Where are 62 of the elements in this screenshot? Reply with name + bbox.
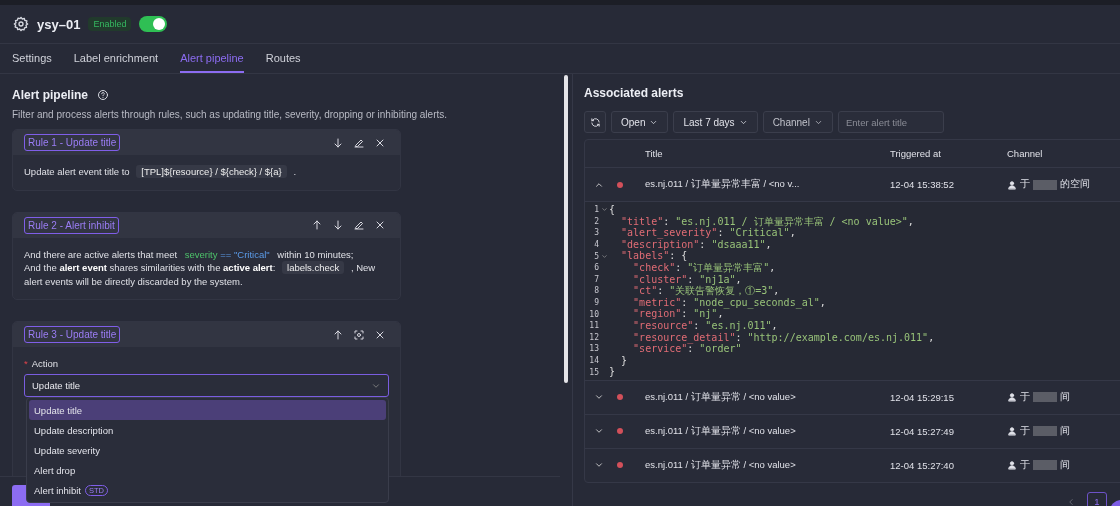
- section-title: Alert pipeline: [12, 88, 88, 102]
- triggered-time: 12-04 15:27:49: [890, 425, 955, 437]
- code-line: "check": "订单量异常丰富",: [632, 261, 776, 274]
- code-line: }: [620, 354, 628, 367]
- line-number: 12: [588, 332, 599, 342]
- rule-tag: Rule 1 - Update title: [24, 134, 121, 151]
- code-line: "labels": {: [620, 250, 688, 262]
- triggered-time: 12-04 15:29:15: [890, 391, 955, 403]
- line-number: 10: [588, 309, 599, 319]
- line-number: 9: [593, 298, 599, 308]
- line-number: 2: [593, 216, 599, 226]
- triggered-time: 12-04 15:27:40: [890, 459, 955, 471]
- code-line: "description": "dsaaa11",: [620, 238, 772, 251]
- alert-title: es.nj.011 / 订单量异常丰富 / <no v...: [645, 178, 801, 191]
- rule-tag: Rule 3 - Update title: [24, 326, 121, 343]
- status-badge: Enabled: [88, 17, 132, 31]
- line-number: 13: [588, 344, 599, 354]
- code-line: "resource": "es.nj.011",: [632, 319, 778, 332]
- line-number: 14: [588, 356, 599, 365]
- channel-name: 间: [1060, 424, 1070, 438]
- channel-name: 间: [1060, 390, 1070, 404]
- alert-title: es.nj.011 / 订单量异常 / <no value>: [645, 424, 797, 438]
- line-number: 4: [593, 240, 599, 250]
- rule-description: Update alert event title to [TPL]${resource} / ${check} / ${a} .: [24, 165, 298, 179]
- line-number: 7: [593, 274, 599, 284]
- code-line: {: [609, 204, 616, 216]
- required-mark: *: [24, 358, 28, 369]
- field-label: Action: [31, 358, 59, 369]
- column-header: Triggered at: [890, 148, 942, 159]
- line-number: 15: [588, 367, 599, 377]
- column-header: Title: [645, 148, 664, 159]
- rule-description: And the alert event shares similarities with the active alert: labels.check , New alert events will be directly discarded by the system.: [24, 261, 377, 288]
- page-title: ysy–01: [37, 16, 81, 32]
- line-number: 6: [593, 263, 599, 273]
- code-line: "metric": "node_cpu_seconds_al",: [632, 296, 826, 309]
- channel-name: 间: [1060, 458, 1070, 472]
- code-line: "cluster": "nj1a",: [632, 273, 742, 285]
- rule-tag: Rule 2 - Alert inhibit: [24, 216, 119, 234]
- code-line: "service": "order": [632, 343, 742, 355]
- rule-description: And there are active alerts that meet severity == "Critical" within 10 minutes;: [24, 247, 355, 261]
- line-number: 3: [593, 228, 599, 238]
- channel-name: 于: [1020, 458, 1030, 472]
- column-header: Channel: [1007, 148, 1044, 159]
- line-number: 1: [593, 205, 599, 215]
- triggered-time: 12-04 15:38:52: [890, 179, 955, 190]
- code-line: "alert_severity": "Critical",: [620, 227, 796, 239]
- line-number: 5: [593, 251, 599, 261]
- code-line: "resource_detail": "http://example.com/es.nj.011",: [632, 331, 935, 344]
- code-line: "region": "nj",: [632, 308, 724, 320]
- section-description: Filter and process alerts through rules, such as updating title, severity, dropping or inhibiting alerts.: [12, 109, 449, 120]
- channel-name: 的空间: [1060, 178, 1090, 191]
- code-line: "ct": "关联告警恢复，①=3",: [632, 285, 780, 297]
- channel-name: 于: [1020, 390, 1030, 404]
- channel-name: 于: [1020, 178, 1030, 191]
- alert-title: es.nj.011 / 订单量异常 / <no value>: [645, 458, 797, 472]
- channel-name: 于: [1020, 424, 1030, 438]
- section-title: Associated alerts: [584, 86, 685, 100]
- code-line: }: [609, 366, 616, 378]
- line-number: 8: [593, 286, 599, 296]
- line-number: 11: [588, 321, 599, 331]
- code-line: "title": "es.nj.011 / 订单量异常丰富 / <no value>",: [620, 215, 914, 228]
- alert-title: es.nj.011 / 订单量异常 / <no value>: [645, 390, 797, 404]
